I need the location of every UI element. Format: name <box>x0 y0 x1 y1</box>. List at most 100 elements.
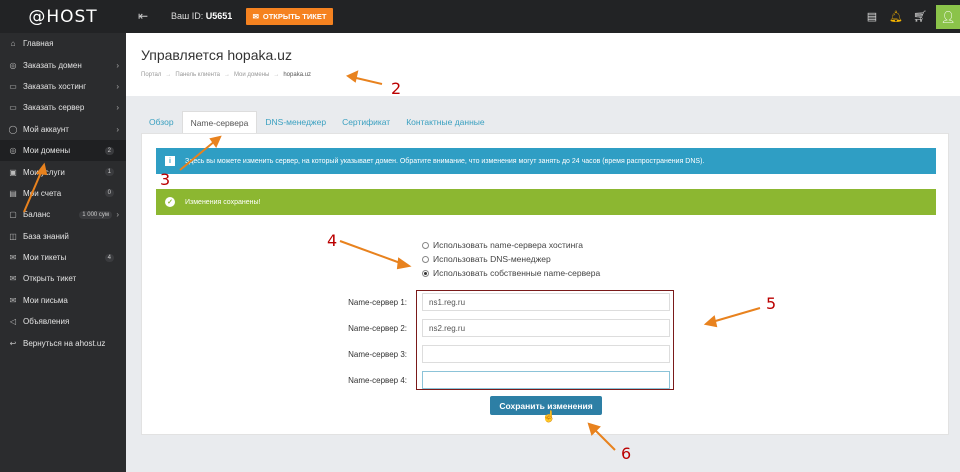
ticket-icon: ✉ <box>9 274 17 284</box>
sidebar-item-label: Мои домены <box>23 146 71 156</box>
sidebar-item-order-hosting[interactable]: ▭ Заказать хостинг › <box>0 76 126 97</box>
nameserver-row-2: Name-сервер 2: ns2.reg.ru <box>322 318 802 338</box>
nameserver-label: Name-сервер 2: <box>348 323 407 333</box>
mail-icon: ✉ <box>9 295 17 305</box>
book-icon: ◫ <box>9 231 17 241</box>
sidebar-item-label: Открыть тикет <box>23 274 77 284</box>
sidebar-item-my-account[interactable]: ◯ Мой аккаунт › <box>0 119 126 140</box>
nameserver-mode-group: Использовать name-сервера хостинга Испол… <box>422 238 600 280</box>
annotation-3: 3 <box>160 170 171 189</box>
user-profile-icon[interactable]: 👤︎ <box>936 4 960 29</box>
collapse-sidebar-icon[interactable]: ⇤ <box>138 10 150 22</box>
logo[interactable]: @HOST <box>0 0 126 33</box>
breadcrumb-client-panel[interactable]: Панель клиента <box>175 72 220 78</box>
tab-overview[interactable]: Обзор <box>141 111 182 133</box>
chevron-right-icon: › <box>116 60 119 70</box>
sidebar-item-label: Заказать сервер <box>23 103 85 113</box>
nameserver-3-input[interactable] <box>422 345 670 363</box>
info-icon: i <box>165 156 175 166</box>
tab-dns-manager[interactable]: DNS-менеджер <box>257 111 334 133</box>
breadcrumb-current: hopaka.uz <box>283 72 312 78</box>
balance-badge: 1 000 сум <box>79 210 112 219</box>
info-alert-text: Здесь вы можете изменить сервер, на кото… <box>185 157 705 165</box>
language-icon[interactable]: ▤ <box>860 0 884 33</box>
sidebar-item-knowledge-base[interactable]: ◫ База знаний <box>0 226 126 247</box>
radio-custom-ns[interactable]: Использовать собственные name-сервера <box>422 266 600 280</box>
sidebar-item-open-ticket[interactable]: ✉ Открыть тикет <box>0 268 126 289</box>
sidebar-item-announcements[interactable]: ◁ Объявления <box>0 311 126 332</box>
radio-hosting-ns[interactable]: Использовать name-сервера хостинга <box>422 238 600 252</box>
radio-button[interactable] <box>422 241 429 249</box>
nameserver-4-input[interactable] <box>422 371 670 389</box>
server-icon: ▭ <box>9 103 17 113</box>
sidebar-item-my-emails[interactable]: ✉ Мои письма <box>0 290 126 311</box>
sidebar-item-label: Баланс <box>23 210 51 220</box>
sidebar-item-label: Заказать домен <box>23 60 82 70</box>
tab-certificate[interactable]: Сертификат <box>334 111 398 133</box>
success-alert-text: Изменения сохранены! <box>185 198 261 206</box>
sidebar-item-order-domain[interactable]: ◎ Заказать домен › <box>0 54 126 75</box>
annotation-4: 4 <box>327 231 338 250</box>
cart-icon[interactable]: 🛒︎ <box>908 0 932 33</box>
open-ticket-label: ОТКРЫТЬ ТИКЕТ <box>262 12 327 21</box>
sidebar: ⌂ Главная ◎ Заказать домен › ▭ Заказать хост… <box>0 33 126 472</box>
sidebar-item-label: Объявления <box>23 317 70 327</box>
megaphone-icon: ◁ <box>9 317 17 327</box>
user-id-label: Ваш ID: <box>171 11 204 21</box>
box-icon: ▣ <box>9 167 17 177</box>
sidebar-item-label: Мои счета <box>23 188 62 198</box>
sidebar-item-return-site[interactable]: ↩ Вернуться на ahost.uz <box>0 332 126 353</box>
radio-dns-manager[interactable]: Использовать DNS-менеджер <box>422 252 600 266</box>
nameserver-1-input[interactable]: ns1.reg.ru <box>422 293 670 311</box>
tab-nameservers[interactable]: Name-сервера <box>181 111 258 133</box>
ticket-icon: ✉ <box>9 253 17 263</box>
sidebar-item-label: База знаний <box>23 231 69 241</box>
nameserver-row-4: Name-сервер 4: <box>322 370 802 390</box>
radio-label: Использовать собственные name-сервера <box>433 268 601 278</box>
sidebar-item-home[interactable]: ⌂ Главная <box>0 33 126 54</box>
sidebar-item-my-tickets[interactable]: ✉ Мои тикеты 4 <box>0 247 126 268</box>
count-badge: 1 <box>104 168 114 177</box>
topbar-icons: ▤ 🔔︎ 🛒︎ 👤︎ <box>860 0 960 33</box>
radio-label: Использовать name-сервера хостинга <box>433 240 583 250</box>
check-icon: ✓ <box>165 197 175 207</box>
bell-icon[interactable]: 🔔︎ <box>884 0 908 33</box>
chevron-right-icon: › <box>116 103 119 113</box>
radio-button-checked[interactable] <box>422 269 429 277</box>
info-alert: i Здесь вы можете изменить сервер, на ко… <box>156 148 936 174</box>
invoice-icon: ▤ <box>9 188 17 198</box>
top-bar: @HOST ⇤ Ваш ID: U5651 ✉ ОТКРЫТЬ ТИКЕТ ▤ … <box>0 0 960 33</box>
sidebar-item-my-services[interactable]: ▣ Мои услуги 1 <box>0 161 126 182</box>
breadcrumb-separator: → <box>223 72 230 78</box>
nameserver-row-3: Name-сервер 3: <box>322 344 802 364</box>
breadcrumb-my-domains[interactable]: Мои домены <box>234 72 269 78</box>
sidebar-item-balance[interactable]: ▢ Баланс 1 000 сум › <box>0 204 126 225</box>
nameserver-row-1: Name-сервер 1: ns1.reg.ru <box>322 292 802 312</box>
breadcrumb-separator: → <box>165 72 172 78</box>
sidebar-item-order-server[interactable]: ▭ Заказать сервер › <box>0 97 126 118</box>
sidebar-item-label: Мои тикеты <box>23 253 67 263</box>
user-icon: ◯ <box>8 124 18 134</box>
user-id-value: U5651 <box>205 11 233 21</box>
page-title: Управляется hopaka.uz <box>141 47 292 63</box>
sidebar-item-my-invoices[interactable]: ▤ Мои счета 0 <box>0 183 126 204</box>
wallet-icon: ▢ <box>9 210 17 220</box>
globe-icon: ◎ <box>9 60 17 70</box>
breadcrumb-portal[interactable]: Портал <box>141 72 161 78</box>
link-icon: ↩ <box>9 338 17 348</box>
chevron-right-icon: › <box>116 124 119 134</box>
open-ticket-button[interactable]: ✉ ОТКРЫТЬ ТИКЕТ <box>246 8 333 25</box>
sidebar-item-my-domains[interactable]: ◎ Мои домены 2 <box>0 139 126 162</box>
sidebar-item-label: Мои письма <box>23 295 68 305</box>
nameserver-label: Name-сервер 1: <box>348 297 407 307</box>
globe-icon: ◎ <box>9 146 17 156</box>
radio-label: Использовать DNS-менеджер <box>433 254 551 264</box>
server-icon: ▭ <box>9 81 17 91</box>
radio-button[interactable] <box>422 255 429 263</box>
annotation-5: 5 <box>766 294 777 313</box>
success-alert: ✓ Изменения сохранены! <box>156 189 936 215</box>
page-header: Управляется hopaka.uz Портал → Панель кли… <box>126 33 960 96</box>
tab-contacts[interactable]: Контактные данные <box>398 111 492 133</box>
nameserver-2-input[interactable]: ns2.reg.ru <box>422 319 670 337</box>
sidebar-item-label: Вернуться на ahost.uz <box>23 338 106 348</box>
